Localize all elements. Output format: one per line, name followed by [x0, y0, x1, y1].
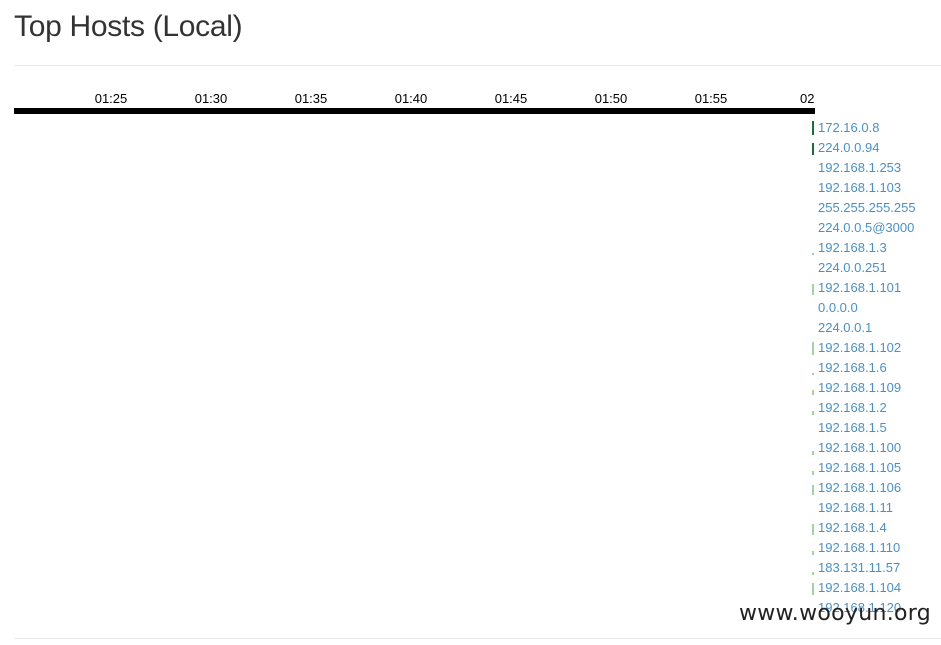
time-tick-label: 01:40 — [394, 91, 428, 106]
host-activity-bar — [812, 551, 814, 555]
host-activity-bar — [812, 485, 814, 495]
host-row[interactable]: 192.168.1.253 — [810, 158, 941, 178]
host-link[interactable]: 224.0.0.1 — [818, 318, 872, 338]
host-activity-bar — [812, 253, 814, 255]
host-activity-bar — [812, 121, 814, 135]
host-link[interactable]: 192.168.1.105 — [818, 458, 901, 478]
header-divider — [14, 65, 941, 66]
time-tick-label: 02 F — [799, 91, 815, 106]
time-tick-label: 01:35 — [294, 91, 328, 106]
time-tick-label: 01:50 — [594, 91, 628, 106]
host-row[interactable]: 192.168.1.2 — [810, 398, 941, 418]
host-row[interactable]: 192.168.1.102 — [810, 338, 941, 358]
host-row[interactable]: 192.168.1.109 — [810, 378, 941, 398]
time-tick-label: 01:25 — [94, 91, 128, 106]
host-link[interactable]: 192.168.1.6 — [818, 358, 887, 378]
host-list: 172.16.0.8 224.0.0.94 192.168.1.253 192.168… — [810, 118, 941, 616]
host-row[interactable]: 224.0.0.1 — [810, 318, 941, 338]
host-row[interactable]: 192.168.1.11 — [810, 498, 941, 518]
host-link[interactable]: 192.168.1.100 — [818, 438, 901, 458]
host-link[interactable]: 192.168.1.106 — [818, 478, 901, 498]
host-row[interactable]: 255.255.255.255 — [810, 198, 941, 218]
host-link[interactable]: 183.131.11.57 — [818, 558, 900, 578]
page-title: Top Hosts (Local) — [14, 10, 243, 43]
host-link[interactable]: 192.168.1.2 — [818, 398, 887, 418]
host-link[interactable]: 0.0.0.0 — [818, 298, 858, 318]
host-activity-bar — [812, 583, 814, 595]
time-axis-bar — [14, 108, 815, 114]
host-link[interactable]: 255.255.255.255 — [818, 198, 916, 218]
host-link[interactable]: 192.168.1.109 — [818, 378, 901, 398]
host-link[interactable]: 192.168.1.110 — [818, 538, 900, 558]
host-activity-bar — [812, 390, 814, 395]
host-activity-bar — [812, 284, 814, 295]
host-row[interactable]: 183.131.11.57 — [810, 558, 941, 578]
host-activity-bar — [812, 143, 814, 155]
host-activity-bar — [812, 572, 814, 575]
host-link[interactable]: 224.0.0.251 — [818, 258, 887, 278]
host-row[interactable]: 192.168.1.4 — [810, 518, 941, 538]
host-row[interactable]: 192.168.1.110 — [810, 538, 941, 558]
host-row[interactable]: 192.168.1.6 — [810, 358, 941, 378]
host-row[interactable]: 224.0.0.251 — [810, 258, 941, 278]
host-link[interactable]: 224.0.0.5@3000 — [818, 218, 914, 238]
host-row[interactable]: 192.168.1.104 — [810, 578, 941, 598]
host-activity-bar — [812, 342, 814, 355]
host-row[interactable]: 192.168.1.103 — [810, 178, 941, 198]
time-tick-label: 01:45 — [494, 91, 528, 106]
host-link[interactable]: 192.168.1.102 — [818, 338, 901, 358]
host-activity-bar — [812, 471, 814, 475]
host-row[interactable]: 192.168.1.3 — [810, 238, 941, 258]
host-activity-bar — [812, 451, 814, 455]
host-link[interactable]: 224.0.0.94 — [818, 138, 879, 158]
watermark: www.wooyun.org — [738, 601, 931, 626]
host-row[interactable]: 0.0.0.0 — [810, 298, 941, 318]
host-link[interactable]: 192.168.1.253 — [818, 158, 901, 178]
host-row[interactable]: 172.16.0.8 — [810, 118, 941, 138]
footer-divider — [14, 638, 941, 639]
time-axis: 01:25 01:30 01:35 01:40 01:45 01:50 01:5… — [14, 88, 815, 114]
host-link[interactable]: 192.168.1.11 — [818, 498, 893, 518]
host-link[interactable]: 192.168.1.103 — [818, 178, 901, 198]
host-link[interactable]: 192.168.1.5 — [818, 418, 887, 438]
host-row[interactable]: 192.168.1.5 — [810, 418, 941, 438]
time-tick-label: 01:55 — [694, 91, 728, 106]
host-row[interactable]: 224.0.0.5@3000 — [810, 218, 941, 238]
host-row[interactable]: 224.0.0.94 — [810, 138, 941, 158]
host-activity-bar — [812, 524, 814, 535]
host-link[interactable]: 192.168.1.101 — [818, 278, 901, 298]
host-link[interactable]: 192.168.1.4 — [818, 518, 887, 538]
host-link[interactable]: 172.16.0.8 — [818, 118, 879, 138]
host-activity-bar — [812, 411, 814, 415]
host-link[interactable]: 192.168.1.104 — [818, 578, 901, 598]
host-row[interactable]: 192.168.1.106 — [810, 478, 941, 498]
host-link[interactable]: 192.168.1.3 — [818, 238, 887, 258]
host-row[interactable]: 192.168.1.101 — [810, 278, 941, 298]
host-row[interactable]: 192.168.1.100 — [810, 438, 941, 458]
host-row[interactable]: 192.168.1.105 — [810, 458, 941, 478]
time-tick-label: 01:30 — [194, 91, 228, 106]
host-activity-bar — [812, 373, 814, 375]
